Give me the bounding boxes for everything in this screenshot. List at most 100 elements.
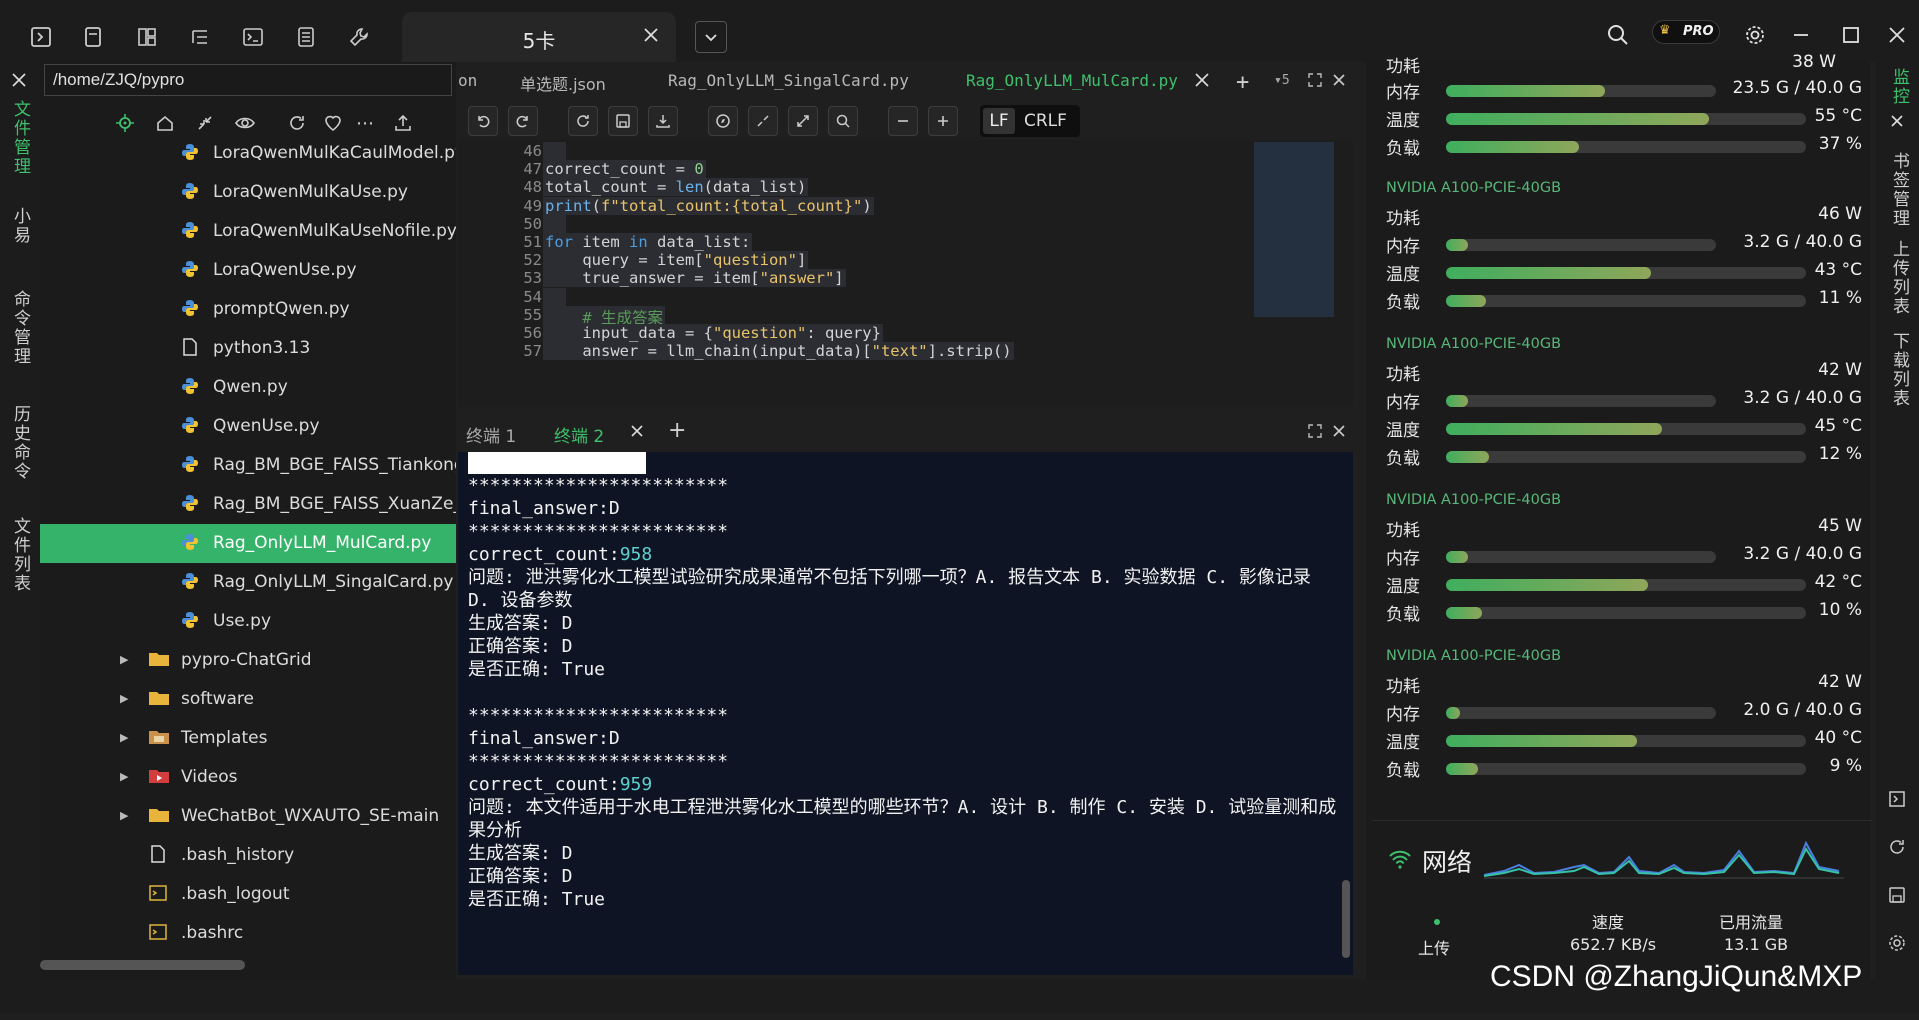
maximize-icon[interactable]	[1836, 20, 1866, 50]
compass-icon[interactable]	[708, 106, 738, 136]
file-item[interactable]: .bashrc	[40, 914, 456, 953]
file-item[interactable]: QwenUse.py	[40, 407, 456, 446]
gear-icon[interactable]	[1888, 934, 1906, 952]
collapse-icon[interactable]	[192, 110, 218, 136]
file-item[interactable]: python3.13	[40, 329, 456, 368]
shrink-icon[interactable]	[748, 106, 778, 136]
file-item[interactable]: LoraQwenMulKaCaulModel.py	[40, 140, 456, 173]
file-item[interactable]: Qwen.py	[40, 368, 456, 407]
chevron-right-icon[interactable]: ▶	[120, 692, 128, 705]
close-icon[interactable]	[1890, 114, 1904, 128]
file-item[interactable]: .bash_history	[40, 836, 456, 875]
sidebar-item-bookmarks[interactable]: 书签管理	[1887, 152, 1912, 228]
code-area[interactable]: 46 47 correct_count = 0 48 total_count = le…	[458, 140, 1353, 407]
search-icon[interactable]	[828, 106, 858, 136]
pro-badge[interactable]: ♛ PRO	[1652, 20, 1720, 44]
console-icon[interactable]	[240, 24, 266, 50]
path-input[interactable]	[44, 64, 452, 96]
chevron-right-icon[interactable]: ▶	[120, 770, 128, 783]
chevron-right-icon[interactable]: ▶	[120, 653, 128, 666]
zoom-out-icon[interactable]	[888, 106, 918, 136]
close-panel-icon[interactable]	[1332, 73, 1346, 87]
chevron-right-icon[interactable]: ▶	[120, 809, 128, 822]
file-item[interactable]: Rag_OnlyLLM_SingalCard.py	[40, 563, 456, 602]
minimize-icon[interactable]	[1786, 20, 1816, 50]
file-item[interactable]: LoraQwenMulKaUseNofile.py	[40, 212, 456, 251]
upload-icon[interactable]	[390, 110, 416, 136]
folder-item[interactable]: ▶ pypro-ChatGrid	[40, 641, 456, 680]
file-item[interactable]: promptQwen.py	[40, 290, 456, 329]
undo-icon[interactable]	[468, 106, 498, 136]
search-icon[interactable]	[1603, 20, 1633, 50]
more-icon[interactable]: ⋯	[352, 110, 378, 136]
crlf-option[interactable]: CRLF	[1024, 111, 1067, 131]
tree-icon[interactable]	[187, 24, 213, 50]
file-item[interactable]: LoraQwenMulKaUse.py	[40, 173, 456, 212]
maximize-panel-icon[interactable]	[1308, 73, 1322, 87]
save-icon[interactable]	[608, 106, 638, 136]
sidebar-item-xiaoyi[interactable]: 小易	[8, 207, 33, 245]
expand-icon[interactable]	[788, 106, 818, 136]
close-window-icon[interactable]	[1882, 20, 1912, 50]
chevron-right-icon[interactable]: ▶	[120, 731, 128, 744]
refresh-icon[interactable]	[1888, 838, 1906, 856]
close-icon[interactable]	[11, 72, 27, 88]
file-item[interactable]: Rag_BM_BGE_FAISS_Tiankong	[40, 446, 456, 485]
file-item[interactable]: LoraQwenUse.py	[40, 251, 456, 290]
terminal-box-icon[interactable]	[28, 24, 54, 50]
sidebar-item-upload-list[interactable]: 上传列表	[1887, 240, 1912, 316]
file-item[interactable]: Use.py	[40, 602, 456, 641]
terminal-tab-2[interactable]: 终端 2	[554, 422, 604, 447]
terminal-box-icon[interactable]	[1888, 790, 1906, 808]
folder-item[interactable]: ▶ software	[40, 680, 456, 719]
close-panel-icon[interactable]	[1332, 424, 1346, 438]
maximize-panel-icon[interactable]	[1308, 424, 1322, 438]
sidebar-item-command-manager[interactable]: 命令管理	[8, 290, 33, 366]
horizontal-scrollbar[interactable]	[40, 960, 245, 970]
file-item[interactable]: Rag_OnlyLLM_MulCard.py	[40, 524, 456, 563]
gear-icon[interactable]	[1740, 20, 1770, 50]
folder-item[interactable]: ▶ WeChatBot_WXAUTO_SE-main	[40, 797, 456, 836]
editor-tab-active[interactable]: Rag_OnlyLLM_MulCard.py	[966, 71, 1178, 90]
terminal-tab-1[interactable]: 终端 1	[466, 422, 516, 447]
save-icon[interactable]	[1888, 886, 1906, 904]
document-list-icon[interactable]	[293, 24, 319, 50]
code-line[interactable]: 57 answer = llm_chain(input_data)["text"…	[458, 342, 1258, 364]
editor-tab[interactable]: 单选题.json	[520, 71, 606, 95]
download-icon[interactable]	[648, 106, 678, 136]
folder-item[interactable]: ▶ Templates	[40, 719, 456, 758]
lf-option[interactable]: LF	[983, 108, 1015, 134]
sidebar-item-file-manager[interactable]: 文件管理	[8, 100, 33, 176]
file-item[interactable]: .bash_logout	[40, 875, 456, 914]
add-terminal-icon[interactable]: +	[668, 418, 686, 443]
tab-count[interactable]: ▾5	[1274, 73, 1290, 88]
tab-dropdown-button[interactable]	[695, 21, 727, 53]
folder-item[interactable]: ▶ Videos	[40, 758, 456, 797]
eye-icon[interactable]	[232, 110, 258, 136]
sidebar-item-download-list[interactable]: 下载列表	[1887, 332, 1912, 408]
session-tab[interactable]: 5卡	[402, 12, 676, 62]
reload-icon[interactable]	[568, 106, 598, 136]
terminal-scrollbar[interactable]	[1342, 880, 1350, 958]
editor-tab[interactable]: on	[458, 71, 477, 90]
file-icon[interactable]	[80, 24, 106, 50]
wrench-icon[interactable]	[346, 24, 372, 50]
close-icon[interactable]	[1194, 72, 1210, 88]
home-icon[interactable]	[152, 110, 178, 136]
close-icon[interactable]	[642, 26, 660, 44]
locate-icon[interactable]	[112, 110, 138, 136]
zoom-in-icon[interactable]	[928, 106, 958, 136]
add-tab-icon[interactable]: +	[1236, 70, 1249, 95]
file-item[interactable]: Rag_BM_BGE_FAISS_XuanZe_F	[40, 485, 456, 524]
redo-icon[interactable]	[508, 106, 538, 136]
sidebar-item-history[interactable]: 历史命令	[8, 405, 33, 481]
minimap[interactable]	[1254, 142, 1334, 317]
editor-tab[interactable]: Rag_OnlyLLM_SingalCard.py	[668, 71, 909, 90]
heart-icon[interactable]	[320, 110, 346, 136]
terminal-output[interactable]: ************************ final_answer:D **…	[468, 452, 1338, 972]
sidebar-item-file-list[interactable]: 文件列表	[8, 517, 33, 593]
close-icon[interactable]	[630, 424, 644, 438]
layout-icon[interactable]	[134, 24, 160, 50]
refresh-icon[interactable]	[284, 110, 310, 136]
sidebar-item-monitor[interactable]: 监控	[1887, 68, 1912, 106]
